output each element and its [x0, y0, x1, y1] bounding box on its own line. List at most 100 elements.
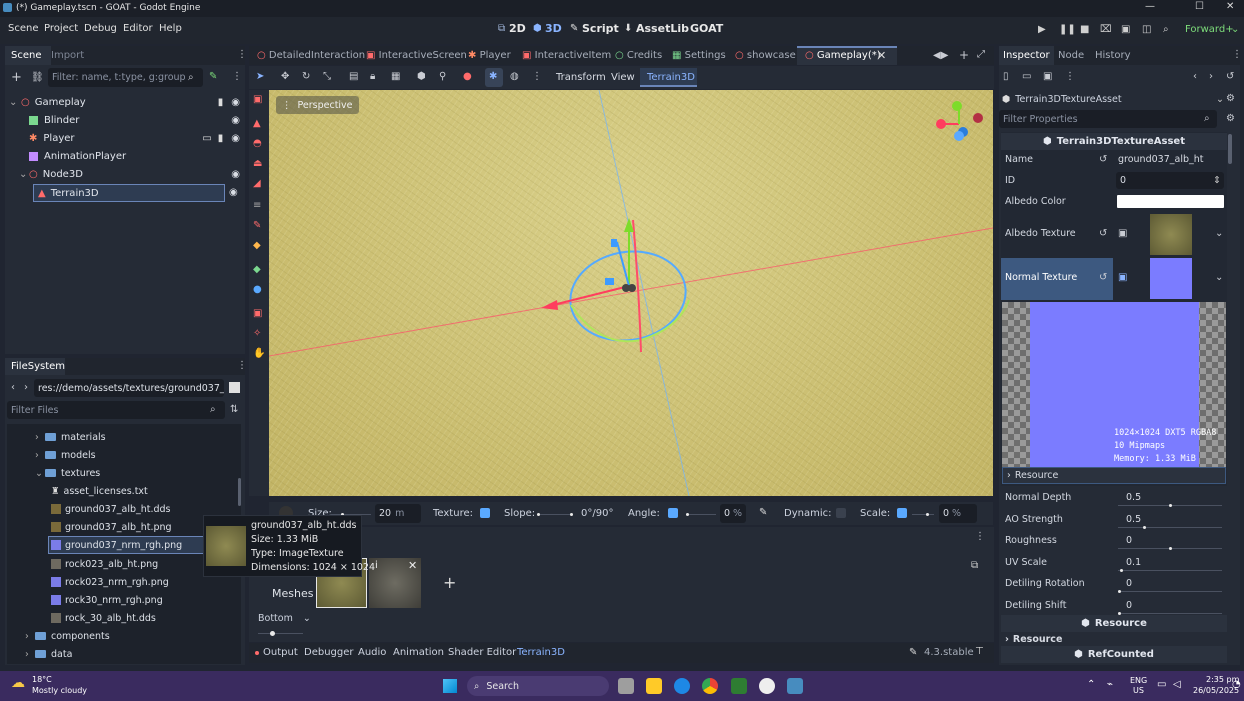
- prop-value[interactable]: 0.1: [1126, 557, 1141, 568]
- split-mode-icon[interactable]: [229, 382, 240, 393]
- menu-editor[interactable]: Editor: [123, 23, 153, 34]
- tree-item-terrain3d[interactable]: ▲ Terrain3D: [33, 184, 225, 202]
- list-item[interactable]: ⌄ textures: [35, 464, 100, 482]
- script-icon[interactable]: ▮: [218, 97, 224, 108]
- visibility-icon[interactable]: ◉: [231, 169, 240, 180]
- slider-knob[interactable]: [1118, 611, 1121, 615]
- visibility-icon[interactable]: ◉: [231, 115, 240, 126]
- history-icon[interactable]: ↺: [1226, 71, 1234, 82]
- revert-icon[interactable]: ↺: [1099, 154, 1107, 165]
- new-resource-icon[interactable]: ▯: [1003, 71, 1009, 82]
- navigation-icon[interactable]: ✋: [253, 348, 265, 359]
- filter-files-input[interactable]: Filter Files: [7, 401, 225, 419]
- more-icon[interactable]: ⋮: [975, 531, 985, 542]
- dynamic-checkbox[interactable]: [836, 508, 846, 518]
- back-icon[interactable]: ‹: [1193, 71, 1197, 82]
- pause-icon[interactable]: ❚❚: [1059, 24, 1076, 35]
- group-icon[interactable]: ▦: [391, 71, 400, 82]
- image-icon[interactable]: ▣: [1118, 272, 1127, 283]
- prop-value[interactable]: 0.5: [1126, 492, 1141, 503]
- close-tab-icon[interactable]: ✕: [877, 49, 886, 62]
- list-item[interactable]: rock023_alb_ht.png: [51, 555, 158, 573]
- list-item[interactable]: ♜ asset_licenses.txt: [51, 482, 148, 500]
- list-item[interactable]: rock023_nrm_rgh.png: [51, 573, 169, 591]
- chevron-down-icon[interactable]: ⌄: [19, 169, 29, 180]
- visibility-icon[interactable]: ◉: [229, 187, 238, 198]
- chevron-right-icon[interactable]: ›: [35, 450, 45, 461]
- back-icon[interactable]: ‹: [11, 382, 15, 393]
- zoom-slider[interactable]: [258, 631, 303, 636]
- network-icon[interactable]: ⌁: [1107, 679, 1113, 690]
- perspective-menu[interactable]: ⋮ Perspective: [276, 96, 359, 114]
- prop-slider[interactable]: [1118, 611, 1222, 615]
- godot-taskbar-icon[interactable]: [787, 678, 803, 694]
- tree-item-blinder[interactable]: Blinder ◉: [29, 111, 243, 129]
- environment-preview-icon[interactable]: ◍: [510, 71, 519, 82]
- more-icon[interactable]: ⋮: [1232, 49, 1240, 60]
- more-icon[interactable]: ⋮: [232, 71, 242, 82]
- file-explorer-icon[interactable]: [646, 678, 662, 694]
- 3d-viewport[interactable]: ⋮ Perspective: [269, 90, 993, 496]
- move-tool-icon[interactable]: ✥: [281, 71, 289, 82]
- prop-slider[interactable]: [1118, 504, 1222, 507]
- section-resource[interactable]: ⬢ Resource: [1001, 615, 1227, 632]
- chevron-right-icon[interactable]: ›: [25, 631, 35, 642]
- sun-preview-icon[interactable]: ✱: [489, 71, 497, 82]
- script-icon[interactable]: ▮: [218, 133, 224, 144]
- play-scene-icon[interactable]: ▣: [1121, 24, 1130, 35]
- play-custom-icon[interactable]: ◫: [1142, 24, 1151, 35]
- stop-icon[interactable]: ■: [1080, 24, 1089, 35]
- tab-settings[interactable]: ▦ Settings: [672, 50, 726, 61]
- sort-icon[interactable]: ⇅: [230, 404, 238, 415]
- tab-gameplay[interactable]: ○ Gameplay(*): [805, 50, 881, 61]
- chevron-right-icon[interactable]: ›: [25, 649, 35, 660]
- menu-scene[interactable]: Scene: [8, 23, 39, 34]
- menu-debug[interactable]: Debug: [84, 23, 117, 34]
- visibility-icon[interactable]: ◉: [231, 97, 240, 108]
- open-resource-icon[interactable]: ▭: [1022, 71, 1031, 82]
- mode-goat[interactable]: GOAT: [690, 22, 723, 35]
- normal-texture-thumbnail[interactable]: [1150, 258, 1192, 299]
- tab-output[interactable]: Output: [263, 647, 298, 658]
- chrome-icon[interactable]: [702, 678, 718, 694]
- movie-icon[interactable]: ⌕: [1163, 24, 1169, 35]
- visibility-icon[interactable]: ◉: [231, 133, 240, 144]
- slider-knob[interactable]: [686, 513, 689, 516]
- terrain3d-menu[interactable]: Terrain3D: [647, 72, 695, 83]
- slope-icon[interactable]: ◢: [253, 178, 261, 189]
- texture-checkbox[interactable]: [480, 508, 490, 518]
- menu-project[interactable]: Project: [44, 23, 78, 34]
- lang-2[interactable]: US: [1133, 686, 1144, 695]
- github-icon[interactable]: [759, 678, 775, 694]
- mode-script[interactable]: Script: [582, 22, 619, 35]
- chevron-down-icon[interactable]: ⌄: [1215, 272, 1223, 283]
- app-icon[interactable]: [731, 678, 747, 694]
- add-region-icon[interactable]: ▣: [253, 94, 262, 105]
- prop-slider[interactable]: [1118, 525, 1222, 529]
- mode-2d[interactable]: 2D: [509, 22, 526, 35]
- tune-icon[interactable]: ⚙: [1226, 113, 1235, 124]
- scene-filter-input[interactable]: Filter: name, t:type, g:group: [48, 68, 203, 87]
- slider-knob[interactable]: [1169, 547, 1172, 550]
- weather-icon[interactable]: ☁: [11, 675, 25, 691]
- image-icon[interactable]: ▣: [1118, 228, 1127, 239]
- tab-animation[interactable]: Animation: [393, 647, 444, 658]
- volume-icon[interactable]: ◁: [1173, 679, 1181, 690]
- close-icon[interactable]: ✕: [408, 559, 417, 572]
- prop-value[interactable]: 0: [1126, 535, 1132, 546]
- tab-shader-editor[interactable]: Shader Editor: [448, 647, 516, 658]
- tab-interactivescreen[interactable]: ▣ InteractiveScreen: [366, 50, 467, 61]
- prop-slider[interactable]: [1118, 547, 1222, 550]
- spray-icon[interactable]: ◆: [253, 240, 261, 251]
- more-icon[interactable]: ⋮: [237, 49, 247, 60]
- local-space-icon[interactable]: ⬢: [417, 71, 426, 82]
- tab-credits[interactable]: ○ Credits: [615, 50, 662, 61]
- albedo-color-picker[interactable]: [1117, 195, 1224, 208]
- task-view-icon[interactable]: [618, 678, 634, 694]
- save-resource-icon[interactable]: ▣: [1043, 71, 1052, 82]
- slider-knob[interactable]: [1118, 590, 1121, 593]
- tab-scroll-icon[interactable]: ◀▶: [933, 50, 948, 61]
- forward-icon[interactable]: ›: [24, 382, 28, 393]
- filter-properties-input[interactable]: Filter Properties: [999, 110, 1217, 128]
- tab-scene[interactable]: Scene: [11, 50, 42, 61]
